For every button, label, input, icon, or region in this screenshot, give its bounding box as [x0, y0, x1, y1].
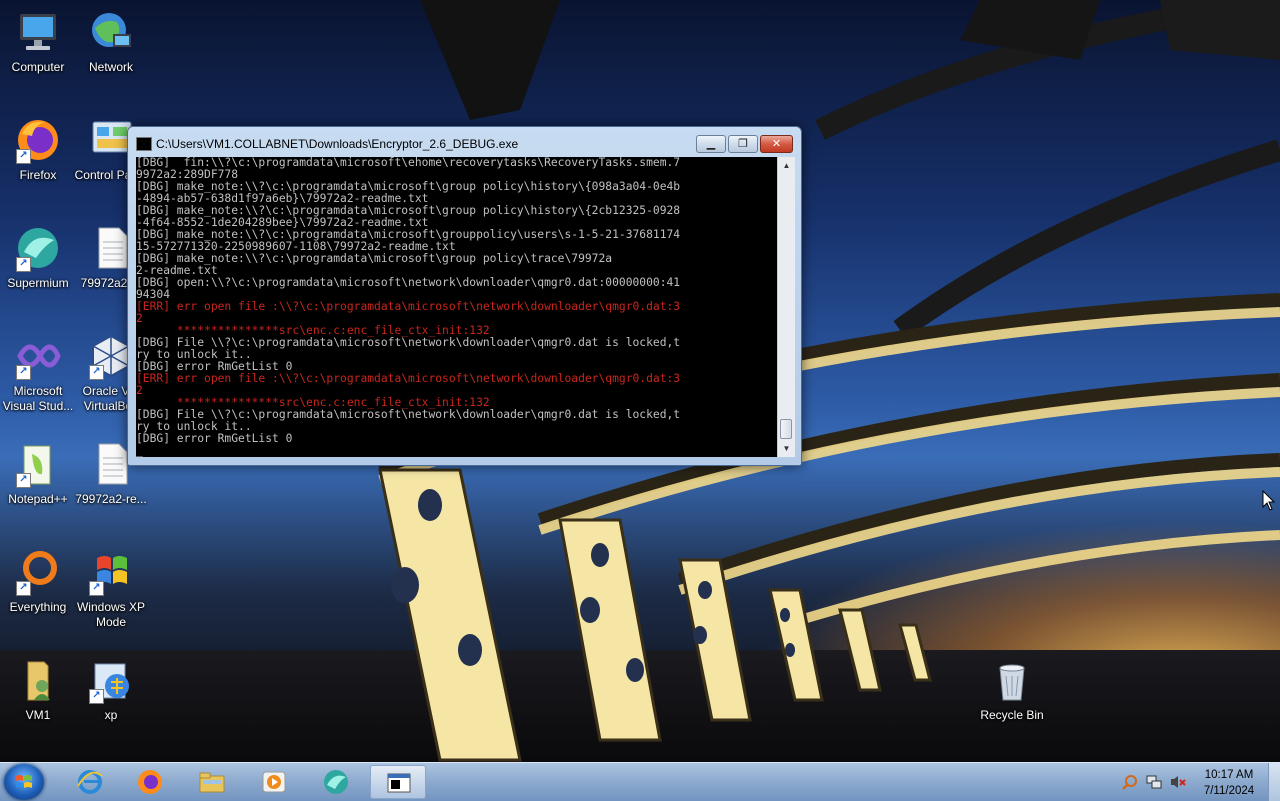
maximize-icon: ❐ — [738, 138, 748, 150]
desktop-icon-label: 79972a2-re... — [75, 492, 147, 506]
taskbar-clock[interactable]: 10:17 AM 7/11/2024 — [1196, 767, 1262, 799]
clock-date: 7/11/2024 — [1203, 785, 1255, 797]
console-line: [DBG] error RmGetList 0 — [136, 432, 293, 445]
close-button[interactable]: ✕ — [760, 135, 793, 153]
desktop-icon-label: Computer — [11, 60, 65, 74]
console-line: [ERR] err open file :\\?\c:\programdata\… — [136, 300, 681, 313]
windows-xp-mode-icon: ↗ — [87, 548, 135, 596]
console-line: _ — [136, 444, 143, 457]
firefox-icon — [138, 770, 162, 794]
media-player-icon — [262, 771, 286, 793]
console-line: [DBG] open:\\?\c:\programdata\microsoft\… — [136, 276, 681, 289]
internet-explorer-icon — [77, 770, 103, 794]
show-desktop-button[interactable] — [1268, 763, 1280, 801]
desktop-icon-label: Notepad++ — [8, 492, 68, 506]
desktop-icon-vm1[interactable]: VM1 — [0, 656, 76, 723]
desktop-icon-firefox[interactable]: ↗ Firefox — [0, 116, 76, 183]
xp-installer-icon: ↗ — [87, 656, 135, 704]
console-window[interactable]: C:\Users\VM1.COLLABNET\Downloads\Encrypt… — [127, 126, 802, 466]
desktop-icon-label: Supermium — [7, 276, 69, 290]
file-explorer-icon — [199, 772, 225, 793]
start-orb-icon — [16, 775, 32, 788]
taskbar-file-explorer[interactable] — [184, 765, 240, 799]
desktop-icon-visual-studio[interactable]: ↗ Microsoft Visual Stud... — [0, 332, 76, 414]
desktop-icon-label: Everything — [9, 600, 67, 614]
taskbar-console-window[interactable] — [370, 765, 426, 799]
taskbar-supermium[interactable] — [308, 765, 364, 799]
desktop-icon-label: Network — [88, 60, 133, 74]
search-tray-icon[interactable] — [1122, 774, 1138, 790]
minimize-button[interactable]: ▁ — [696, 135, 726, 153]
minimize-icon: ▁ — [706, 138, 716, 150]
desktop-icon-windows-xp-mode[interactable]: ↗ Windows XP Mode — [73, 548, 149, 630]
desktop-icon-network[interactable]: Network — [73, 8, 149, 75]
desktop-icon-label: Firefox — [19, 168, 57, 182]
visual-studio-icon: ↗ — [14, 332, 62, 380]
firefox-icon: ↗ — [14, 116, 62, 164]
console-line: [DBG] make_note:\\?\c:\programdata\micro… — [136, 252, 613, 265]
desktop-icon-xp[interactable]: ↗ xp — [73, 656, 149, 723]
desktop-icon-supermium[interactable]: ↗ Supermium — [0, 224, 76, 291]
user-folder-icon — [14, 656, 62, 704]
desktop-icon-computer[interactable]: Computer — [0, 8, 76, 75]
scroll-down-icon[interactable]: ▼ — [778, 440, 795, 457]
taskbar-internet-explorer[interactable] — [62, 765, 118, 799]
desktop-icon-label: Windows XP Mode — [76, 600, 146, 629]
console-output[interactable]: [DBG] fin:\\?\c:\programdata\microsoft\e… — [136, 157, 777, 457]
taskbar-media-player[interactable] — [246, 765, 302, 799]
network-tray-icon[interactable] — [1146, 774, 1162, 790]
supermium-icon: ↗ — [14, 224, 62, 272]
everything-icon: ↗ — [14, 548, 62, 596]
computer-icon — [14, 8, 62, 56]
desktop-icon-label: VM1 — [25, 708, 51, 722]
window-titlebar[interactable]: C:\Users\VM1.COLLABNET\Downloads\Encrypt… — [128, 127, 801, 157]
volume-muted-icon[interactable] — [1170, 774, 1186, 790]
taskbar-firefox[interactable] — [122, 765, 178, 799]
desktop-icon-label: Microsoft Visual Stud... — [2, 384, 74, 413]
notepadpp-icon: ↗ — [14, 440, 62, 488]
maximize-button[interactable]: ❐ — [728, 135, 758, 153]
desktop-icon-notepadpp[interactable]: ↗ Notepad++ — [0, 440, 76, 507]
desktop-icon-recycle-bin[interactable]: Recycle Bin — [974, 656, 1050, 723]
window-title: C:\Users\VM1.COLLABNET\Downloads\Encrypt… — [156, 137, 519, 151]
mouse-cursor-icon — [1262, 490, 1276, 511]
desktop-icon-everything[interactable]: ↗ Everything — [0, 548, 76, 615]
vertical-scrollbar[interactable]: ▲ ▼ — [777, 157, 795, 457]
desktop-icon-label: Recycle Bin — [980, 708, 1044, 722]
clock-time: 10:17 AM — [1204, 769, 1254, 781]
scroll-up-icon[interactable]: ▲ — [778, 157, 795, 174]
console-app-icon — [136, 137, 152, 151]
start-button[interactable] — [4, 764, 44, 800]
close-icon: ✕ — [771, 138, 782, 150]
taskbar: 10:17 AM 7/11/2024 — [0, 762, 1280, 801]
network-icon — [87, 8, 135, 56]
supermium-icon — [324, 770, 348, 794]
recycle-bin-icon — [988, 656, 1036, 704]
console-line: [ERR] err open file :\\?\c:\programdata\… — [136, 372, 681, 385]
scrollbar-thumb[interactable] — [780, 419, 792, 439]
console-window-icon — [387, 773, 411, 793]
desktop-icon-label: xp — [104, 708, 118, 722]
